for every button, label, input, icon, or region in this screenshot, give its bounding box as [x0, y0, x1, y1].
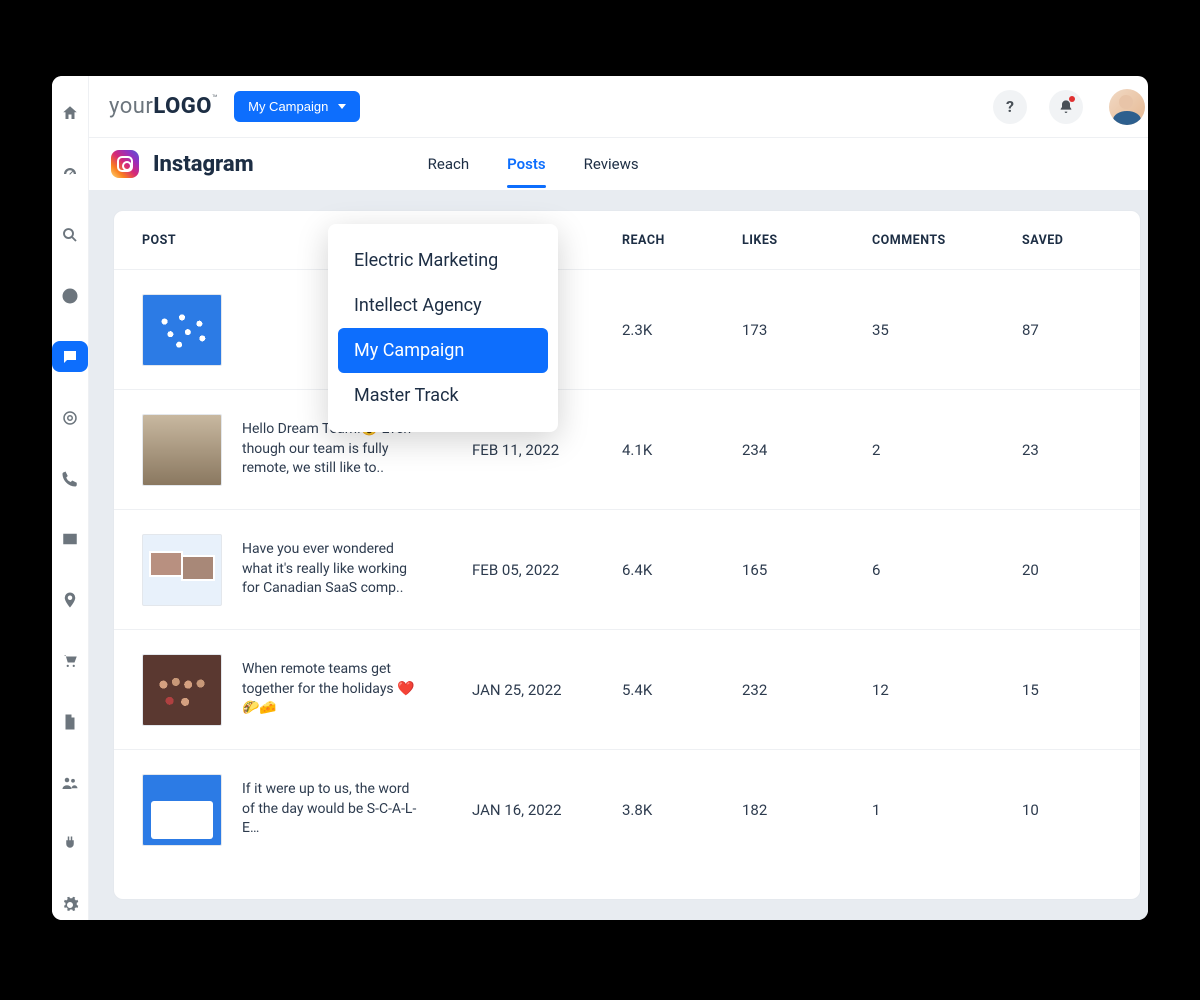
sidebar-item-dashboard[interactable]	[52, 159, 88, 190]
logo-prefix: your	[109, 94, 153, 119]
cell-comments: 12	[872, 681, 1022, 699]
subheader: Instagram Reach Posts Reviews	[89, 138, 1148, 190]
sidebar	[52, 76, 89, 920]
notification-dot-icon	[1069, 96, 1075, 102]
sidebar-item-users[interactable]	[52, 767, 88, 798]
cell-saved: 10	[1022, 801, 1112, 819]
campaign-selector-button[interactable]: My Campaign	[234, 91, 360, 122]
table-header: POST E REACH LIKES COMMENTS SAVED	[114, 211, 1140, 269]
cell-saved: 23	[1022, 441, 1112, 459]
cell-date: JAN 25, 2022	[472, 681, 622, 699]
cell-likes: 173	[742, 321, 872, 339]
sidebar-item-mail[interactable]	[52, 524, 88, 555]
table-row[interactable]: Hello Dream Team!😍 Even though our team …	[114, 389, 1140, 509]
table-row[interactable]: When remote teams get together for the h…	[114, 629, 1140, 749]
sidebar-item-plug[interactable]	[52, 828, 88, 859]
dropdown-item-my-campaign[interactable]: My Campaign	[338, 328, 548, 373]
cell-reach: 2.3K	[622, 321, 742, 339]
sidebar-item-target[interactable]	[52, 402, 88, 433]
tab-reviews[interactable]: Reviews	[584, 141, 639, 187]
logo-tm: ™	[212, 94, 218, 104]
cell-comments: 1	[872, 801, 1022, 819]
topbar: yourLOGO™ My Campaign ?	[89, 76, 1148, 138]
cell-likes: 234	[742, 441, 872, 459]
logo: yourLOGO™	[109, 94, 218, 119]
post-caption: When remote teams get together for the h…	[242, 660, 422, 719]
cell-date: FEB 05, 2022	[472, 561, 622, 579]
post-cell: If it were up to us, the word of the day…	[142, 774, 472, 846]
main-content: yourLOGO™ My Campaign ? Instagram Reach …	[89, 76, 1148, 920]
tabs: Reach Posts Reviews	[368, 141, 639, 187]
dropdown-item-intellect-agency[interactable]: Intellect Agency	[338, 283, 548, 328]
content-area: POST E REACH LIKES COMMENTS SAVED 11, 20…	[89, 190, 1148, 920]
instagram-icon	[111, 150, 139, 178]
header-reach: REACH	[622, 233, 742, 248]
dropdown-item-electric-marketing[interactable]: Electric Marketing	[338, 238, 548, 283]
cell-date: JAN 16, 2022	[472, 801, 622, 819]
post-caption: Have you ever wondered what it's really …	[242, 540, 422, 599]
cell-likes: 165	[742, 561, 872, 579]
sidebar-item-cart[interactable]	[52, 646, 88, 677]
posts-table-card: POST E REACH LIKES COMMENTS SAVED 11, 20…	[113, 210, 1141, 900]
page-title: Instagram	[153, 152, 254, 177]
header-likes: LIKES	[742, 233, 872, 248]
cell-date: FEB 11, 2022	[472, 441, 622, 459]
cell-saved: 87	[1022, 321, 1112, 339]
help-button[interactable]: ?	[993, 90, 1027, 124]
notifications-button[interactable]	[1049, 90, 1083, 124]
tab-posts[interactable]: Posts	[507, 141, 545, 187]
campaign-selector-label: My Campaign	[248, 99, 328, 114]
cell-reach: 4.1K	[622, 441, 742, 459]
cell-reach: 6.4K	[622, 561, 742, 579]
dropdown-item-master-track[interactable]: Master Track	[338, 373, 548, 418]
cell-comments: 2	[872, 441, 1022, 459]
sidebar-item-phone[interactable]	[52, 463, 88, 494]
cell-likes: 232	[742, 681, 872, 699]
cell-likes: 182	[742, 801, 872, 819]
post-thumbnail	[142, 534, 222, 606]
table-row[interactable]: 11, 2022 2.3K 173 35 87	[114, 269, 1140, 389]
post-cell: When remote teams get together for the h…	[142, 654, 472, 726]
user-avatar[interactable]	[1109, 89, 1145, 125]
cell-reach: 3.8K	[622, 801, 742, 819]
cell-reach: 5.4K	[622, 681, 742, 699]
sidebar-item-search[interactable]	[52, 220, 88, 251]
campaign-dropdown: Electric Marketing Intellect Agency My C…	[328, 224, 558, 432]
tab-reach[interactable]: Reach	[428, 141, 469, 187]
chevron-down-icon	[338, 104, 346, 109]
post-thumbnail	[142, 414, 222, 486]
sidebar-item-analytics[interactable]	[52, 281, 88, 312]
post-cell: Have you ever wondered what it's really …	[142, 534, 472, 606]
header-comments: COMMENTS	[872, 233, 1022, 248]
header-saved: SAVED	[1022, 233, 1112, 248]
app-frame: yourLOGO™ My Campaign ? Instagram Reach …	[52, 76, 1148, 920]
table-row[interactable]: Have you ever wondered what it's really …	[114, 509, 1140, 629]
post-thumbnail	[142, 774, 222, 846]
logo-bold: LOGO	[153, 94, 212, 119]
sidebar-item-chat[interactable]	[52, 341, 88, 372]
sidebar-item-file[interactable]	[52, 707, 88, 738]
cell-comments: 6	[872, 561, 1022, 579]
post-thumbnail	[142, 654, 222, 726]
cell-saved: 15	[1022, 681, 1112, 699]
post-thumbnail	[142, 294, 222, 366]
cell-saved: 20	[1022, 561, 1112, 579]
help-icon: ?	[1006, 97, 1014, 116]
table-row[interactable]: If it were up to us, the word of the day…	[114, 749, 1140, 869]
sidebar-item-location[interactable]	[52, 585, 88, 616]
cell-comments: 35	[872, 321, 1022, 339]
post-caption: If it were up to us, the word of the day…	[242, 780, 422, 839]
sidebar-item-settings[interactable]	[52, 889, 88, 920]
sidebar-item-home[interactable]	[52, 98, 88, 129]
